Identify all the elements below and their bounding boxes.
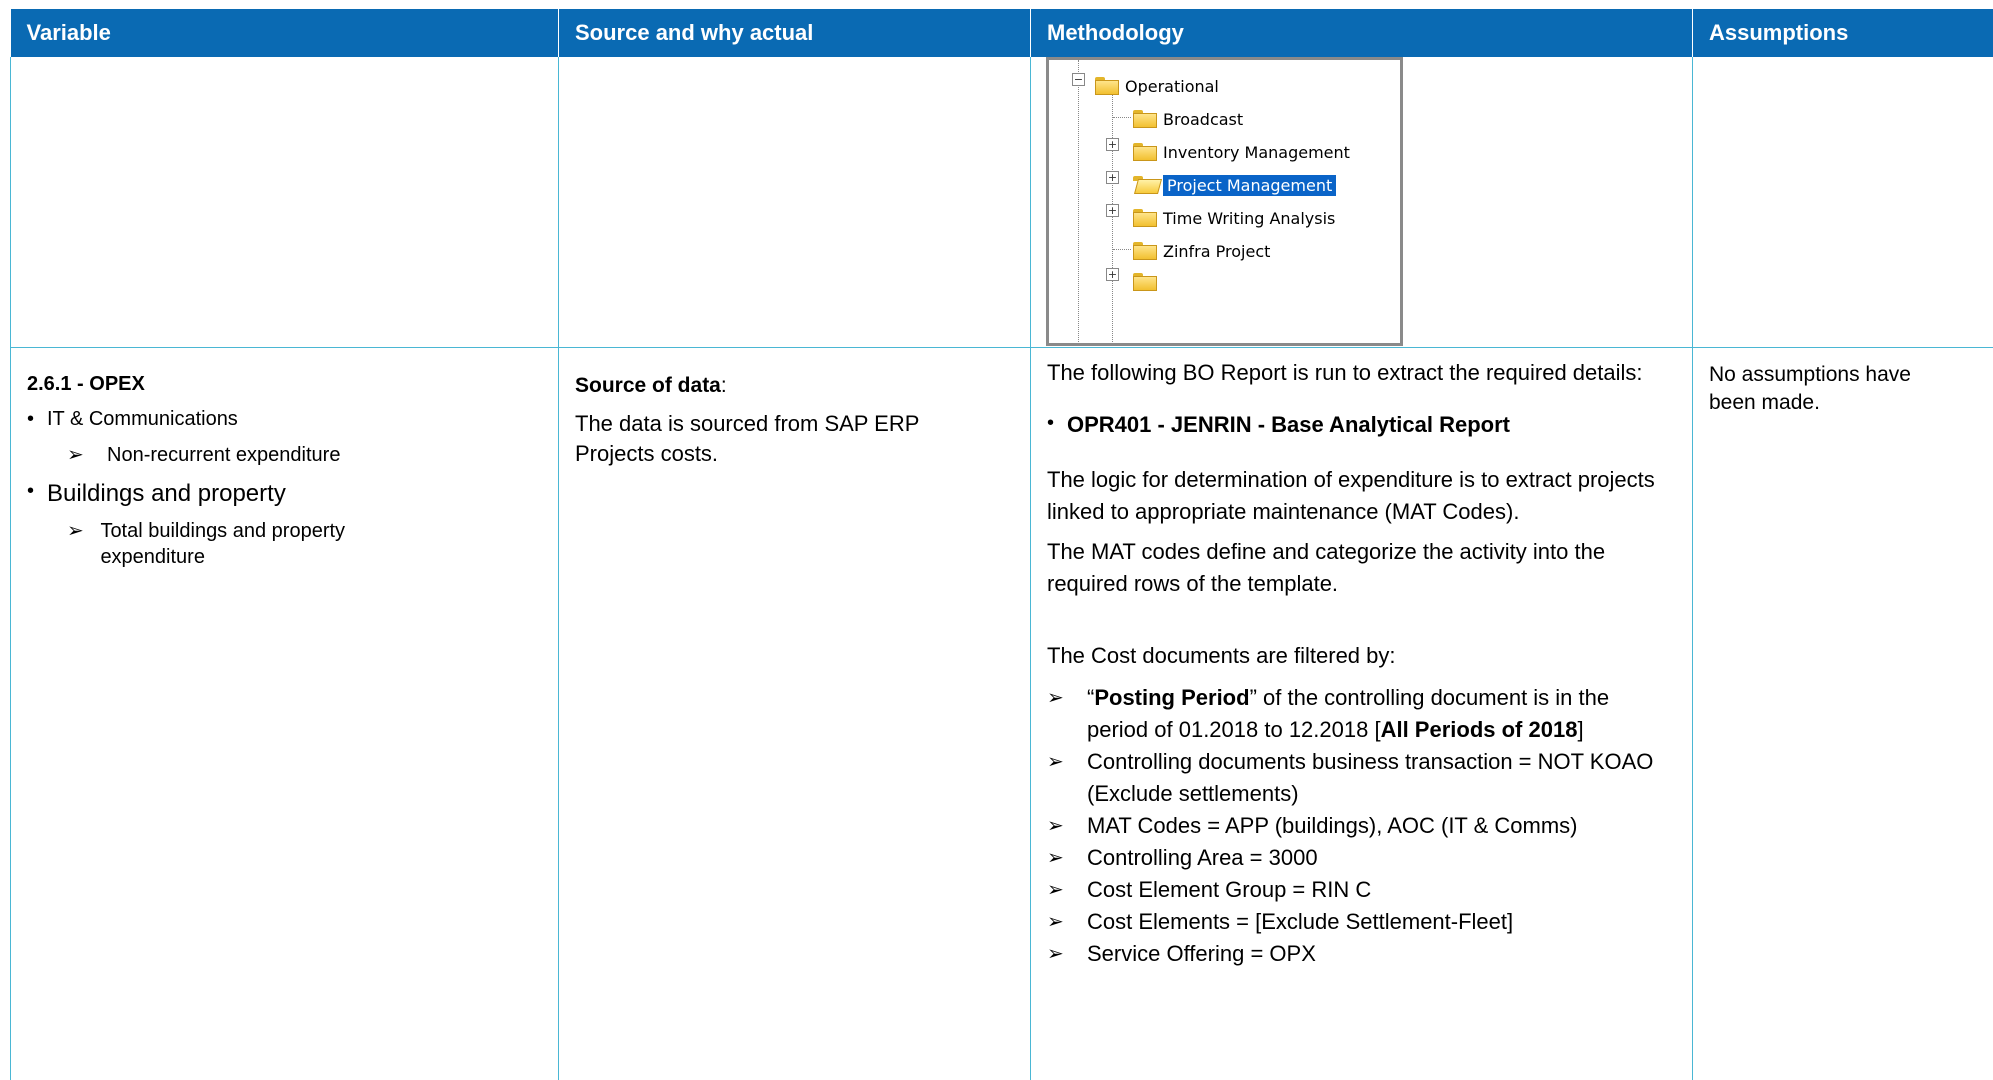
tree-node-partial	[1133, 270, 1163, 294]
folder-icon	[1133, 209, 1157, 227]
source-label: Source of data	[575, 374, 721, 397]
logic-text-1: The logic for determination of expenditu…	[1047, 467, 1655, 524]
variable-cell: 2.6.1 - OPEX • IT & Communications ➢ Non…	[10, 347, 559, 1080]
folder-icon	[1133, 273, 1157, 291]
arrow-bullet-icon: ➢	[1047, 911, 1064, 933]
tree-node-time-writing-analysis[interactable]: Time Writing Analysis	[1133, 206, 1335, 230]
report-folder-tree: − Operational Broadcast + Inventory Mana…	[1046, 57, 1403, 346]
assumptions-text: No assumptions have been made.	[1709, 363, 1911, 414]
methodology-table: Variable Source and why actual Methodolo…	[10, 9, 1993, 1080]
arrow-bullet-icon: ➢	[67, 444, 84, 466]
list-item: ➢ Non-recurrent expenditure	[67, 444, 341, 466]
report-name: OPR401 - JENRIN - Base Analytical Report	[1067, 412, 1510, 437]
tree-node-broadcast[interactable]: Broadcast	[1133, 107, 1243, 131]
methodology-intro: The following BO Report is run to extrac…	[1047, 360, 1643, 385]
empty-cell	[558, 57, 1031, 348]
list-item: ➢ Controlling Area = 3000	[1047, 842, 1676, 874]
source-text: The data is sourced from SAP ERP Project…	[575, 411, 920, 466]
arrow-bullet-icon: ➢	[1047, 687, 1064, 709]
list-item: • OPR401 - JENRIN - Base Analytical Repo…	[1047, 412, 1676, 438]
open-folder-icon	[1133, 176, 1157, 194]
table-row: 2.6.1 - OPEX • IT & Communications ➢ Non…	[10, 347, 1993, 1080]
folder-icon	[1133, 242, 1157, 260]
header-variable: Variable	[10, 9, 559, 57]
header-source: Source and why actual	[558, 9, 1031, 57]
arrow-bullet-icon: ➢	[1047, 847, 1064, 869]
list-item: ➢ Cost Elements = [Exclude Settlement-Fl…	[1047, 906, 1676, 938]
tree-cell: − Operational Broadcast + Inventory Mana…	[1030, 57, 1693, 348]
assumptions-cell: No assumptions have been made.	[1692, 347, 1993, 1080]
arrow-bullet-icon: ➢	[1047, 815, 1064, 837]
logic-text-2: The MAT codes define and categorize the …	[1047, 539, 1606, 596]
list-item: • IT & Communications	[27, 408, 238, 430]
arrow-bullet-icon: ➢	[1047, 751, 1064, 773]
header-row: Variable Source and why actual Methodolo…	[10, 9, 1993, 57]
expand-icon[interactable]: +	[1106, 171, 1119, 184]
arrow-bullet-icon: ➢	[1047, 879, 1064, 901]
bullet-icon: •	[27, 480, 35, 502]
tree-node-operational[interactable]: Operational	[1095, 74, 1219, 98]
folder-icon	[1133, 110, 1157, 128]
bullet-icon: •	[27, 408, 35, 430]
source-cell: Source of data: The data is sourced from…	[558, 347, 1031, 1080]
tree-node-inventory-management[interactable]: Inventory Management	[1133, 140, 1350, 164]
list-item: ➢ Total buildings and property expenditu…	[67, 520, 346, 568]
arrow-bullet-icon: ➢	[1047, 943, 1064, 965]
header-assumptions: Assumptions	[1692, 9, 1993, 57]
expand-icon[interactable]: +	[1106, 138, 1119, 151]
list-item: ➢ Controlling documents business transac…	[1047, 746, 1676, 810]
list-item: ➢ “Posting Period” of the controlling do…	[1047, 682, 1676, 746]
methodology-cell: The following BO Report is run to extrac…	[1030, 347, 1693, 1080]
bullet-icon: •	[1047, 412, 1055, 434]
filter-list: ➢ “Posting Period” of the controlling do…	[1047, 682, 1676, 970]
list-item: • Buildings and property	[27, 480, 286, 507]
list-item: ➢ MAT Codes = APP (buildings), AOC (IT &…	[1047, 810, 1676, 842]
arrow-bullet-icon: ➢	[67, 520, 84, 542]
filter-intro: The Cost documents are filtered by:	[1047, 643, 1396, 668]
tree-node-zinfra-project[interactable]: Zinfra Project	[1133, 239, 1270, 263]
table-row: − Operational Broadcast + Inventory Mana…	[10, 57, 1993, 348]
empty-cell	[10, 57, 559, 348]
empty-cell	[1692, 57, 1993, 348]
list-item: ➢ Service Offering = OPX	[1047, 938, 1676, 970]
tree-node-project-management[interactable]: Project Management	[1133, 173, 1337, 197]
variable-title: 2.6.1 - OPEX	[27, 373, 145, 395]
list-item: ➢ Cost Element Group = RIN C	[1047, 874, 1676, 906]
collapse-icon[interactable]: −	[1072, 73, 1085, 86]
folder-icon	[1133, 143, 1157, 161]
expand-icon[interactable]: +	[1106, 268, 1119, 281]
header-methodology: Methodology	[1030, 9, 1693, 57]
expand-icon[interactable]: +	[1106, 204, 1119, 217]
folder-icon	[1095, 77, 1119, 95]
